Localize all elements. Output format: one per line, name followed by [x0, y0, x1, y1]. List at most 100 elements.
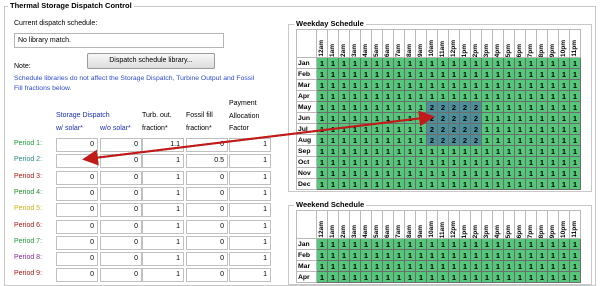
weekday-period-cell[interactable]: 1 — [525, 178, 537, 190]
weekday-period-cell[interactable]: 1 — [492, 101, 504, 113]
weekday-period-cell[interactable]: 1 — [371, 79, 383, 91]
weekday-period-cell[interactable]: 1 — [558, 90, 570, 102]
weekday-period-cell[interactable]: 1 — [437, 178, 449, 190]
weekday-period-cell[interactable]: 1 — [525, 57, 537, 69]
weekday-period-cell[interactable]: 1 — [327, 123, 339, 135]
weekday-period-cell[interactable]: 1 — [316, 112, 328, 124]
weekday-period-cell[interactable]: 1 — [426, 156, 438, 168]
weekend-period-cell[interactable]: 1 — [536, 271, 548, 283]
weekday-period-cell[interactable]: 1 — [514, 112, 526, 124]
weekday-period-cell[interactable]: 1 — [327, 57, 339, 69]
period-7-turb-out-input[interactable]: 1 — [142, 235, 184, 250]
weekday-period-cell[interactable]: 1 — [349, 134, 361, 146]
weekday-period-cell[interactable]: 1 — [371, 57, 383, 69]
weekday-period-cell[interactable]: 1 — [492, 156, 504, 168]
weekday-period-cell[interactable]: 1 — [349, 101, 361, 113]
weekday-period-cell[interactable]: 1 — [371, 68, 383, 80]
weekday-period-cell[interactable]: 1 — [536, 156, 548, 168]
weekday-period-cell[interactable]: 1 — [360, 156, 372, 168]
weekday-period-cell[interactable]: 1 — [371, 112, 383, 124]
weekend-period-cell[interactable]: 1 — [558, 249, 570, 261]
weekday-period-cell[interactable]: 1 — [525, 167, 537, 179]
weekday-period-cell[interactable]: 1 — [448, 167, 460, 179]
weekend-period-cell[interactable]: 1 — [514, 260, 526, 272]
weekday-period-cell[interactable]: 1 — [316, 123, 328, 135]
period-7-w-solar-input[interactable]: 0 — [56, 235, 98, 250]
weekday-period-cell[interactable]: 1 — [448, 79, 460, 91]
weekday-period-cell[interactable]: 1 — [569, 178, 581, 190]
weekday-period-cell[interactable]: 1 — [470, 57, 482, 69]
weekday-period-cell[interactable]: 1 — [547, 101, 559, 113]
weekend-period-cell[interactable]: 1 — [338, 249, 350, 261]
weekend-period-cell[interactable]: 1 — [525, 249, 537, 261]
weekday-period-cell[interactable]: 1 — [514, 123, 526, 135]
weekday-period-cell[interactable]: 1 — [393, 134, 405, 146]
weekend-period-cell[interactable]: 1 — [547, 271, 559, 283]
period-1-payment-factor-input[interactable]: 1 — [229, 138, 271, 152]
weekday-period-cell[interactable]: 1 — [327, 68, 339, 80]
weekday-period-cell[interactable]: 1 — [514, 145, 526, 157]
weekday-period-cell[interactable]: 1 — [371, 134, 383, 146]
weekend-period-cell[interactable]: 1 — [360, 238, 372, 250]
weekday-period-cell[interactable]: 1 — [492, 134, 504, 146]
weekday-period-cell[interactable]: 1 — [503, 101, 515, 113]
period-6-wo-solar-input[interactable]: 0 — [100, 219, 142, 234]
period-5-wo-solar-input[interactable]: 0 — [100, 203, 142, 218]
weekend-period-cell[interactable]: 1 — [426, 260, 438, 272]
weekday-period-cell[interactable]: 1 — [393, 68, 405, 80]
weekday-period-cell[interactable]: 1 — [558, 68, 570, 80]
weekday-period-cell[interactable]: 1 — [415, 178, 427, 190]
weekend-period-cell[interactable]: 1 — [327, 249, 339, 261]
weekday-period-cell[interactable]: 1 — [536, 79, 548, 91]
weekday-period-cell[interactable]: 1 — [459, 57, 471, 69]
weekday-period-cell[interactable]: 1 — [393, 123, 405, 135]
weekend-period-cell[interactable]: 1 — [492, 238, 504, 250]
weekend-period-cell[interactable]: 1 — [492, 249, 504, 261]
weekday-period-cell[interactable]: 1 — [492, 79, 504, 91]
weekend-period-cell[interactable]: 1 — [459, 260, 471, 272]
weekday-period-cell[interactable]: 1 — [503, 156, 515, 168]
weekend-period-cell[interactable]: 1 — [393, 271, 405, 283]
weekday-period-cell[interactable]: 1 — [393, 112, 405, 124]
weekday-period-cell[interactable]: 1 — [349, 112, 361, 124]
period-5-w-solar-input[interactable]: 0 — [56, 203, 98, 218]
weekday-period-cell[interactable]: 1 — [437, 156, 449, 168]
weekday-period-cell[interactable]: 1 — [316, 68, 328, 80]
weekday-period-cell[interactable]: 1 — [514, 68, 526, 80]
period-3-payment-factor-input[interactable]: 1 — [229, 170, 271, 185]
weekend-period-cell[interactable]: 1 — [437, 238, 449, 250]
period-6-w-solar-input[interactable]: 0 — [56, 219, 98, 234]
period-7-wo-solar-input[interactable]: 0 — [100, 235, 142, 250]
weekday-period-cell[interactable]: 1 — [327, 134, 339, 146]
weekday-period-cell[interactable]: 1 — [569, 79, 581, 91]
weekday-period-cell[interactable]: 1 — [338, 178, 350, 190]
weekday-period-cell[interactable]: 1 — [481, 134, 493, 146]
weekday-period-cell[interactable]: 1 — [547, 134, 559, 146]
weekday-period-cell[interactable]: 1 — [569, 112, 581, 124]
weekend-period-cell[interactable]: 1 — [437, 271, 449, 283]
weekday-period-cell[interactable]: 1 — [316, 57, 328, 69]
weekday-period-cell[interactable]: 1 — [316, 167, 328, 179]
weekday-period-cell[interactable]: 1 — [514, 79, 526, 91]
weekday-period-cell[interactable]: 1 — [547, 178, 559, 190]
weekday-period-cell[interactable]: 1 — [382, 112, 394, 124]
weekday-period-cell[interactable]: 1 — [558, 101, 570, 113]
weekday-period-cell[interactable]: 2 — [426, 123, 438, 135]
weekday-period-cell[interactable]: 1 — [569, 123, 581, 135]
weekday-period-cell[interactable]: 1 — [448, 156, 460, 168]
weekend-period-cell[interactable]: 1 — [327, 238, 339, 250]
weekday-period-cell[interactable]: 2 — [426, 134, 438, 146]
weekend-period-cell[interactable]: 1 — [503, 260, 515, 272]
weekday-period-cell[interactable]: 1 — [492, 123, 504, 135]
period-3-fossil-fill-input[interactable]: 0 — [186, 170, 228, 185]
weekend-period-cell[interactable]: 1 — [338, 260, 350, 272]
weekday-period-cell[interactable]: 1 — [393, 79, 405, 91]
weekend-period-cell[interactable]: 1 — [338, 238, 350, 250]
weekday-period-cell[interactable]: 1 — [448, 90, 460, 102]
weekday-period-cell[interactable]: 1 — [536, 112, 548, 124]
weekend-period-cell[interactable]: 1 — [514, 271, 526, 283]
weekday-period-cell[interactable]: 1 — [371, 123, 383, 135]
weekend-period-cell[interactable]: 1 — [547, 260, 559, 272]
weekday-period-cell[interactable]: 2 — [448, 123, 460, 135]
weekday-period-cell[interactable]: 2 — [448, 101, 460, 113]
